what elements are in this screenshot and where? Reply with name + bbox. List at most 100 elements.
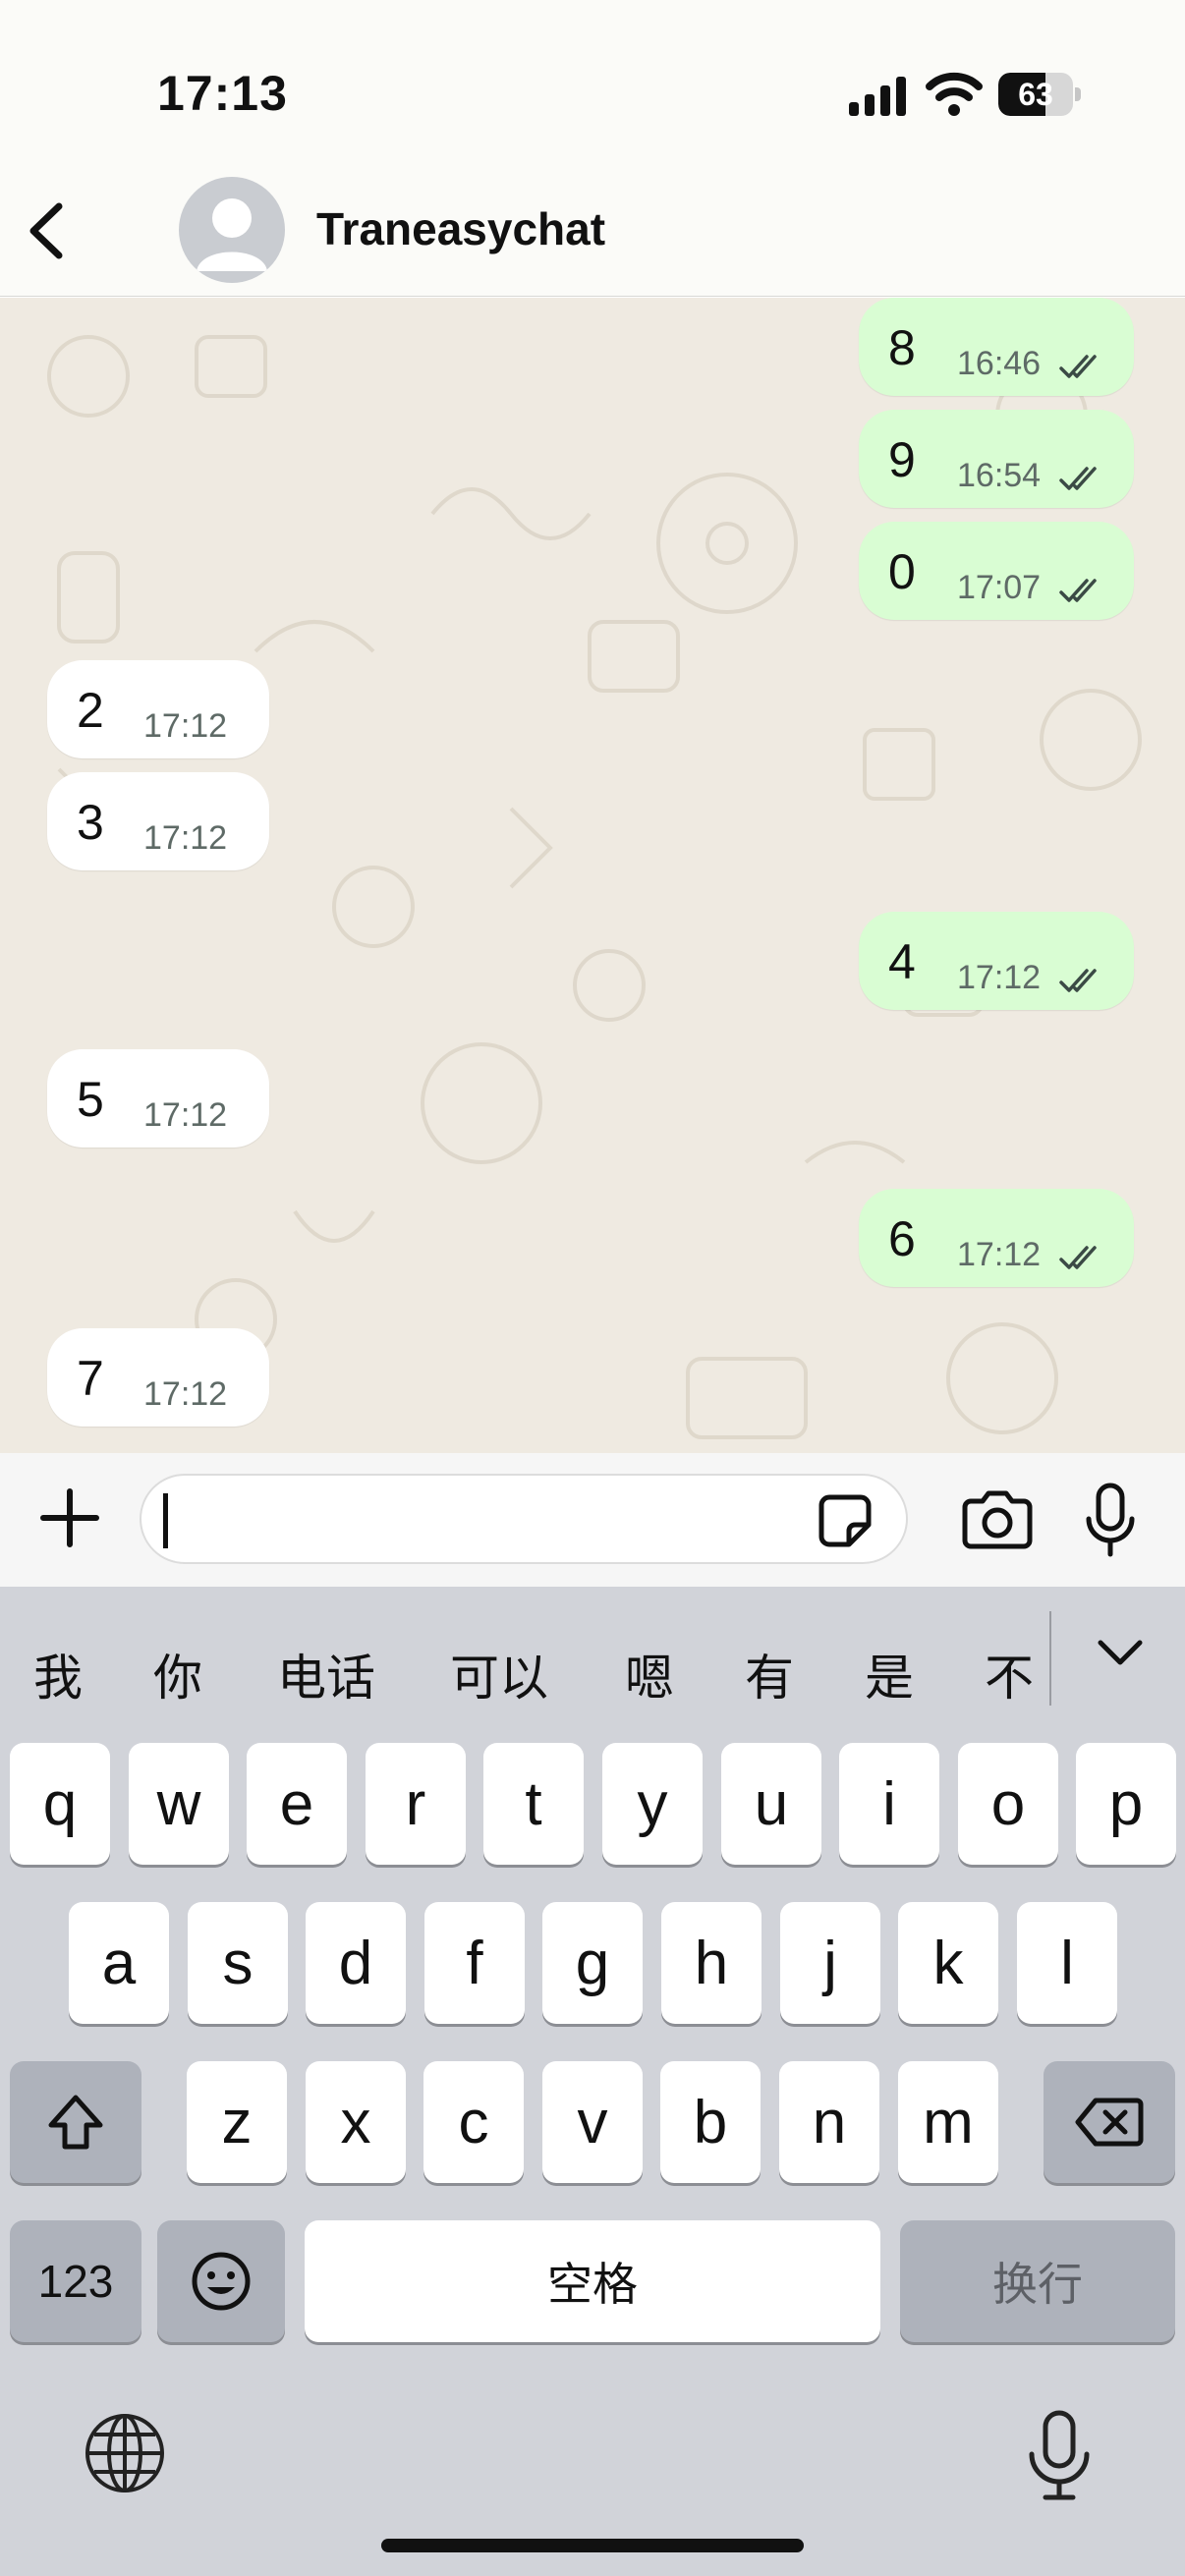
text-caret bbox=[163, 1493, 168, 1548]
candidate-word[interactable]: 你 bbox=[153, 1639, 202, 1709]
key-c[interactable]: c bbox=[423, 2061, 524, 2183]
candidate-word[interactable]: 嗯 bbox=[625, 1639, 674, 1709]
plus-icon[interactable] bbox=[35, 1484, 104, 1552]
outgoing-message[interactable]: 9 16:54 bbox=[859, 410, 1134, 508]
key-l[interactable]: l bbox=[1017, 1902, 1117, 2024]
person-icon bbox=[197, 198, 267, 271]
key-k[interactable]: k bbox=[898, 1902, 998, 2024]
numbers-key-label: 123 bbox=[37, 2256, 114, 2307]
return-key[interactable]: 换行 bbox=[900, 2220, 1175, 2342]
key-a[interactable]: a bbox=[69, 1902, 169, 2024]
key-r[interactable]: r bbox=[366, 1743, 466, 1865]
candidate-word[interactable]: 有 bbox=[745, 1639, 794, 1709]
double-check-icon bbox=[1059, 355, 1097, 378]
emoji-icon bbox=[192, 2252, 251, 2311]
key-o[interactable]: o bbox=[958, 1743, 1058, 1865]
key-label: e bbox=[279, 1769, 314, 1838]
candidate-word[interactable]: 我 bbox=[33, 1639, 83, 1709]
candidate-word[interactable]: 是 bbox=[865, 1639, 914, 1709]
space-key-label: 空格 bbox=[547, 2259, 638, 2310]
cellular-signal-icon bbox=[849, 77, 906, 116]
double-check-icon bbox=[1059, 467, 1097, 490]
message-text: 2 bbox=[77, 683, 104, 738]
key-label: l bbox=[1060, 1929, 1074, 1997]
key-g[interactable]: g bbox=[542, 1902, 643, 2024]
key-label: t bbox=[525, 1769, 542, 1838]
key-label: v bbox=[577, 2088, 608, 2156]
key-w[interactable]: w bbox=[129, 1743, 229, 1865]
double-check-icon bbox=[1059, 1246, 1097, 1269]
chevron-down-icon[interactable] bbox=[1091, 1633, 1150, 1672]
contact-name[interactable]: Traneasychat bbox=[316, 202, 605, 255]
key-t[interactable]: t bbox=[483, 1743, 584, 1865]
candidate-word[interactable]: 不 bbox=[985, 1639, 1034, 1709]
key-label: x bbox=[340, 2088, 371, 2156]
key-label: s bbox=[222, 1929, 254, 1997]
backspace-key[interactable] bbox=[1044, 2061, 1175, 2183]
outgoing-message[interactable]: 4 17:12 bbox=[859, 912, 1134, 1010]
key-h[interactable]: h bbox=[661, 1902, 762, 2024]
camera-icon[interactable] bbox=[959, 1489, 1036, 1550]
key-label: u bbox=[754, 1769, 789, 1838]
key-x[interactable]: x bbox=[306, 2061, 406, 2183]
double-check-icon bbox=[1059, 579, 1097, 602]
key-f[interactable]: f bbox=[424, 1902, 525, 2024]
message-text: 7 bbox=[77, 1351, 104, 1406]
key-m[interactable]: m bbox=[898, 2061, 998, 2183]
message-text: 3 bbox=[77, 795, 104, 850]
wifi-icon bbox=[926, 72, 983, 116]
key-v[interactable]: v bbox=[542, 2061, 643, 2183]
status-time: 17:13 bbox=[157, 66, 288, 121]
dictation-microphone-icon[interactable] bbox=[1022, 2409, 1097, 2503]
candidate-word[interactable]: 电话 bbox=[277, 1639, 375, 1709]
outgoing-message[interactable]: 0 17:07 bbox=[859, 522, 1134, 620]
numbers-key[interactable]: 123 bbox=[10, 2220, 141, 2342]
incoming-message[interactable]: 7 17:12 bbox=[47, 1328, 269, 1427]
sticker-icon[interactable] bbox=[816, 1491, 875, 1550]
key-label: g bbox=[575, 1929, 610, 1997]
shift-key[interactable] bbox=[10, 2061, 141, 2183]
microphone-icon[interactable] bbox=[1081, 1482, 1140, 1560]
key-s[interactable]: s bbox=[188, 1902, 288, 2024]
message-input[interactable] bbox=[140, 1474, 908, 1564]
contact-avatar[interactable] bbox=[179, 177, 285, 283]
message-timestamp: 17:12 bbox=[957, 959, 1042, 996]
key-label: b bbox=[693, 2088, 728, 2156]
candidate-divider bbox=[1049, 1611, 1051, 1706]
emoji-key[interactable] bbox=[157, 2220, 285, 2342]
key-label: a bbox=[101, 1929, 137, 1997]
battery-level: 63 bbox=[1018, 77, 1053, 112]
key-j[interactable]: j bbox=[780, 1902, 880, 2024]
incoming-message[interactable]: 3 17:12 bbox=[47, 772, 269, 870]
return-key-label: 换行 bbox=[992, 2259, 1083, 2310]
incoming-message[interactable]: 5 17:12 bbox=[47, 1049, 269, 1148]
key-q[interactable]: q bbox=[10, 1743, 110, 1865]
space-key[interactable]: 空格 bbox=[305, 2220, 880, 2342]
key-n[interactable]: n bbox=[779, 2061, 879, 2183]
key-u[interactable]: u bbox=[721, 1743, 821, 1865]
key-e[interactable]: e bbox=[247, 1743, 347, 1865]
key-i[interactable]: i bbox=[839, 1743, 939, 1865]
key-y[interactable]: y bbox=[602, 1743, 703, 1865]
key-b[interactable]: b bbox=[660, 2061, 761, 2183]
message-timestamp: 17:12 bbox=[143, 819, 228, 857]
message-text: 0 bbox=[888, 544, 916, 599]
key-label: r bbox=[405, 1769, 426, 1838]
message-timestamp: 16:46 bbox=[957, 345, 1042, 382]
key-z[interactable]: z bbox=[187, 2061, 287, 2183]
key-label: k bbox=[932, 1929, 964, 1997]
key-label: o bbox=[990, 1769, 1026, 1838]
key-label: d bbox=[338, 1929, 373, 1997]
message-timestamp: 17:12 bbox=[143, 707, 228, 745]
incoming-message[interactable]: 2 17:12 bbox=[47, 660, 269, 758]
key-label: c bbox=[458, 2088, 489, 2156]
key-p[interactable]: p bbox=[1076, 1743, 1176, 1865]
candidate-word[interactable]: 可以 bbox=[450, 1639, 548, 1709]
back-chevron-icon[interactable] bbox=[22, 193, 71, 269]
shift-arrow-icon bbox=[48, 2095, 103, 2150]
outgoing-message[interactable]: 6 17:12 bbox=[859, 1189, 1134, 1287]
outgoing-message[interactable]: 8 16:46 bbox=[859, 298, 1134, 396]
globe-icon[interactable] bbox=[83, 2411, 167, 2495]
key-d[interactable]: d bbox=[306, 1902, 406, 2024]
message-timestamp: 17:12 bbox=[957, 1236, 1042, 1273]
